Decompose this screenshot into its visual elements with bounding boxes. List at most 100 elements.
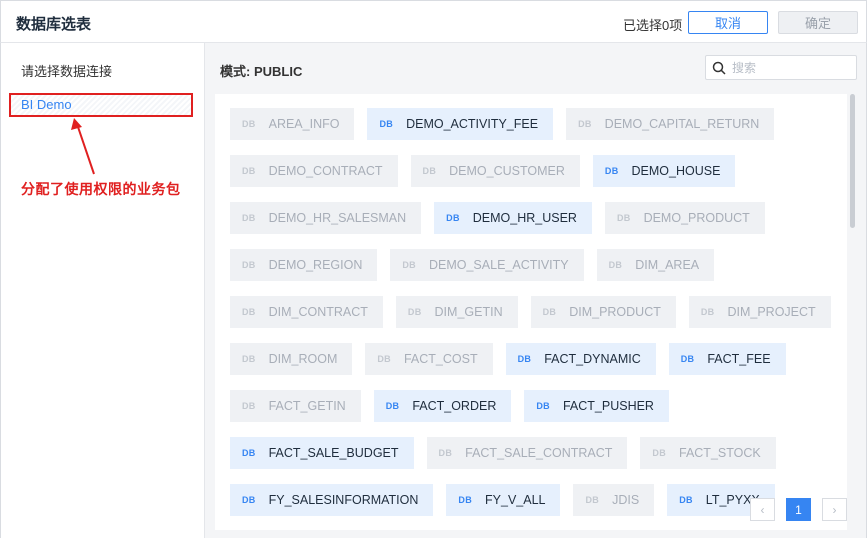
table-name: DIM_PRODUCT bbox=[569, 305, 661, 319]
connection-heading: 请选择数据连接 bbox=[21, 64, 113, 79]
table-name: DEMO_CAPITAL_RETURN bbox=[604, 117, 760, 131]
table-item[interactable]: DB DIM_PRODUCT bbox=[530, 296, 676, 328]
next-page-button[interactable]: › bbox=[822, 498, 847, 521]
table-name: DEMO_CONTRACT bbox=[268, 164, 383, 178]
table-name: DEMO_PRODUCT bbox=[643, 211, 750, 225]
table-item[interactable]: DB DEMO_HR_SALESMAN bbox=[230, 202, 422, 234]
database-icon: DB bbox=[652, 448, 666, 458]
database-icon: DB bbox=[604, 166, 619, 176]
table-item[interactable]: DB DEMO_HOUSE bbox=[592, 155, 736, 187]
table-name: DEMO_HOUSE bbox=[631, 164, 721, 178]
annotation-text: 分配了使用权限的业务包 bbox=[21, 181, 181, 197]
database-icon: DB bbox=[402, 260, 416, 270]
database-icon: DB bbox=[517, 354, 532, 364]
table-item[interactable]: DB DEMO_PRODUCT bbox=[604, 202, 765, 234]
database-icon: DB bbox=[578, 119, 592, 129]
table-item[interactable]: DB FACT_FEE bbox=[668, 343, 786, 375]
table-item[interactable]: DB FACT_COST bbox=[365, 343, 493, 375]
table-item[interactable]: DB DEMO_CONTRACT bbox=[230, 155, 398, 187]
table-item[interactable]: DB FACT_STOCK bbox=[640, 437, 776, 469]
table-name: FACT_PUSHER bbox=[562, 399, 654, 413]
database-icon: DB bbox=[680, 354, 695, 364]
scrollbar[interactable] bbox=[850, 94, 855, 228]
table-item[interactable]: DB DEMO_REGION bbox=[230, 249, 378, 281]
table-item[interactable]: DB FY_V_ALL bbox=[446, 484, 561, 516]
selected-count: 已选择0项 bbox=[623, 18, 683, 33]
table-name: DIM_PROJECT bbox=[727, 305, 816, 319]
schema-label: 模式: PUBLIC bbox=[220, 64, 303, 79]
table-name: FY_SALESINFORMATION bbox=[268, 493, 419, 507]
confirm-button[interactable]: 确定 bbox=[778, 11, 858, 34]
pagination: ‹ 1 › bbox=[750, 498, 847, 521]
table-name: FACT_FEE bbox=[707, 352, 771, 366]
table-name: DEMO_HR_SALESMAN bbox=[268, 211, 407, 225]
database-icon: DB bbox=[438, 448, 453, 458]
database-icon: DB bbox=[379, 119, 394, 129]
table-item[interactable]: DB FACT_DYNAMIC bbox=[505, 343, 656, 375]
table-name: FY_V_ALL bbox=[485, 493, 546, 507]
table-name: DEMO_SALE_ACTIVITY bbox=[428, 258, 569, 272]
table-name: FACT_STOCK bbox=[679, 446, 761, 460]
search-input[interactable] bbox=[732, 58, 852, 77]
prev-page-button[interactable]: ‹ bbox=[750, 498, 775, 521]
table-item[interactable]: DB AREA_INFO bbox=[230, 108, 355, 140]
annotation-arrow-icon bbox=[71, 118, 95, 175]
table-item[interactable]: DB FACT_SALE_BUDGET bbox=[230, 437, 414, 469]
table-name: FACT_SALE_BUDGET bbox=[268, 446, 399, 460]
database-icon: DB bbox=[377, 354, 391, 364]
table-item[interactable]: DB FACT_GETIN bbox=[230, 390, 361, 422]
table-name: FACT_SALE_CONTRACT bbox=[465, 446, 613, 460]
table-name: FACT_GETIN bbox=[268, 399, 346, 413]
table-name: DIM_CONTRACT bbox=[268, 305, 368, 319]
table-grid: DB AREA_INFO DB DEMO_ACTIVITY_FEE DB DEMO_CAP… bbox=[230, 108, 847, 530]
table-item[interactable]: DB DIM_AREA bbox=[596, 249, 715, 281]
database-icon: DB bbox=[242, 307, 256, 317]
database-icon: DB bbox=[422, 166, 437, 176]
table-panel: 模式: PUBLIC DB AREA_INFO DB DEMO_ACTIVITY_FE… bbox=[205, 43, 867, 538]
table-item[interactable]: DB DEMO_HR_USER bbox=[434, 202, 592, 234]
database-icon: DB bbox=[242, 448, 256, 458]
database-icon: DB bbox=[242, 260, 256, 270]
table-item[interactable]: DB DIM_PROJECT bbox=[688, 296, 831, 328]
table-name: DIM_ROOM bbox=[268, 352, 338, 366]
table-list: DB AREA_INFO DB DEMO_ACTIVITY_FEE DB DEMO_CAP… bbox=[215, 94, 847, 530]
table-item[interactable]: DB DEMO_ACTIVITY_FEE bbox=[367, 108, 554, 140]
search-box[interactable] bbox=[705, 55, 857, 80]
connection-panel: 请选择数据连接 BI Demo 分配了使用权限的业务包 bbox=[0, 43, 205, 538]
table-item[interactable]: DB DEMO_SALE_ACTIVITY bbox=[390, 249, 584, 281]
page-button-current[interactable]: 1 bbox=[786, 498, 811, 521]
connection-item-bi-demo[interactable]: BI Demo bbox=[9, 93, 193, 117]
table-name: JDIS bbox=[612, 493, 640, 507]
database-icon: DB bbox=[407, 307, 422, 317]
database-icon: DB bbox=[385, 401, 400, 411]
search-icon bbox=[712, 61, 726, 75]
database-icon: DB bbox=[242, 401, 256, 411]
table-item[interactable]: DB DIM_GETIN bbox=[395, 296, 518, 328]
database-icon: DB bbox=[242, 213, 256, 223]
table-name: FACT_DYNAMIC bbox=[544, 352, 641, 366]
database-icon: DB bbox=[458, 495, 473, 505]
table-item[interactable]: DB FACT_PUSHER bbox=[524, 390, 669, 422]
database-icon: DB bbox=[679, 495, 693, 505]
table-name: DIM_AREA bbox=[635, 258, 700, 272]
table-item[interactable]: DB JDIS bbox=[573, 484, 655, 516]
table-name: DEMO_HR_USER bbox=[472, 211, 577, 225]
database-icon: DB bbox=[446, 213, 460, 223]
table-item[interactable]: DB FACT_ORDER bbox=[373, 390, 512, 422]
table-item[interactable]: DB FY_SALESINFORMATION bbox=[230, 484, 434, 516]
table-item[interactable]: DB DIM_ROOM bbox=[230, 343, 353, 375]
database-icon: DB bbox=[242, 166, 256, 176]
table-item[interactable]: DB DIM_CONTRACT bbox=[230, 296, 383, 328]
table-item[interactable]: DB DEMO_CUSTOMER bbox=[410, 155, 580, 187]
database-icon: DB bbox=[242, 354, 256, 364]
database-icon: DB bbox=[542, 307, 557, 317]
cancel-button[interactable]: 取消 bbox=[688, 11, 768, 34]
table-item[interactable]: DB FACT_SALE_CONTRACT bbox=[426, 437, 628, 469]
table-name: DEMO_REGION bbox=[268, 258, 363, 272]
dialog-title: 数据库选表 bbox=[16, 16, 92, 33]
table-item[interactable]: DB DEMO_CAPITAL_RETURN bbox=[566, 108, 775, 140]
database-icon: DB bbox=[616, 213, 631, 223]
database-icon: DB bbox=[700, 307, 715, 317]
table-name: DIM_GETIN bbox=[434, 305, 503, 319]
database-icon: DB bbox=[242, 495, 256, 505]
